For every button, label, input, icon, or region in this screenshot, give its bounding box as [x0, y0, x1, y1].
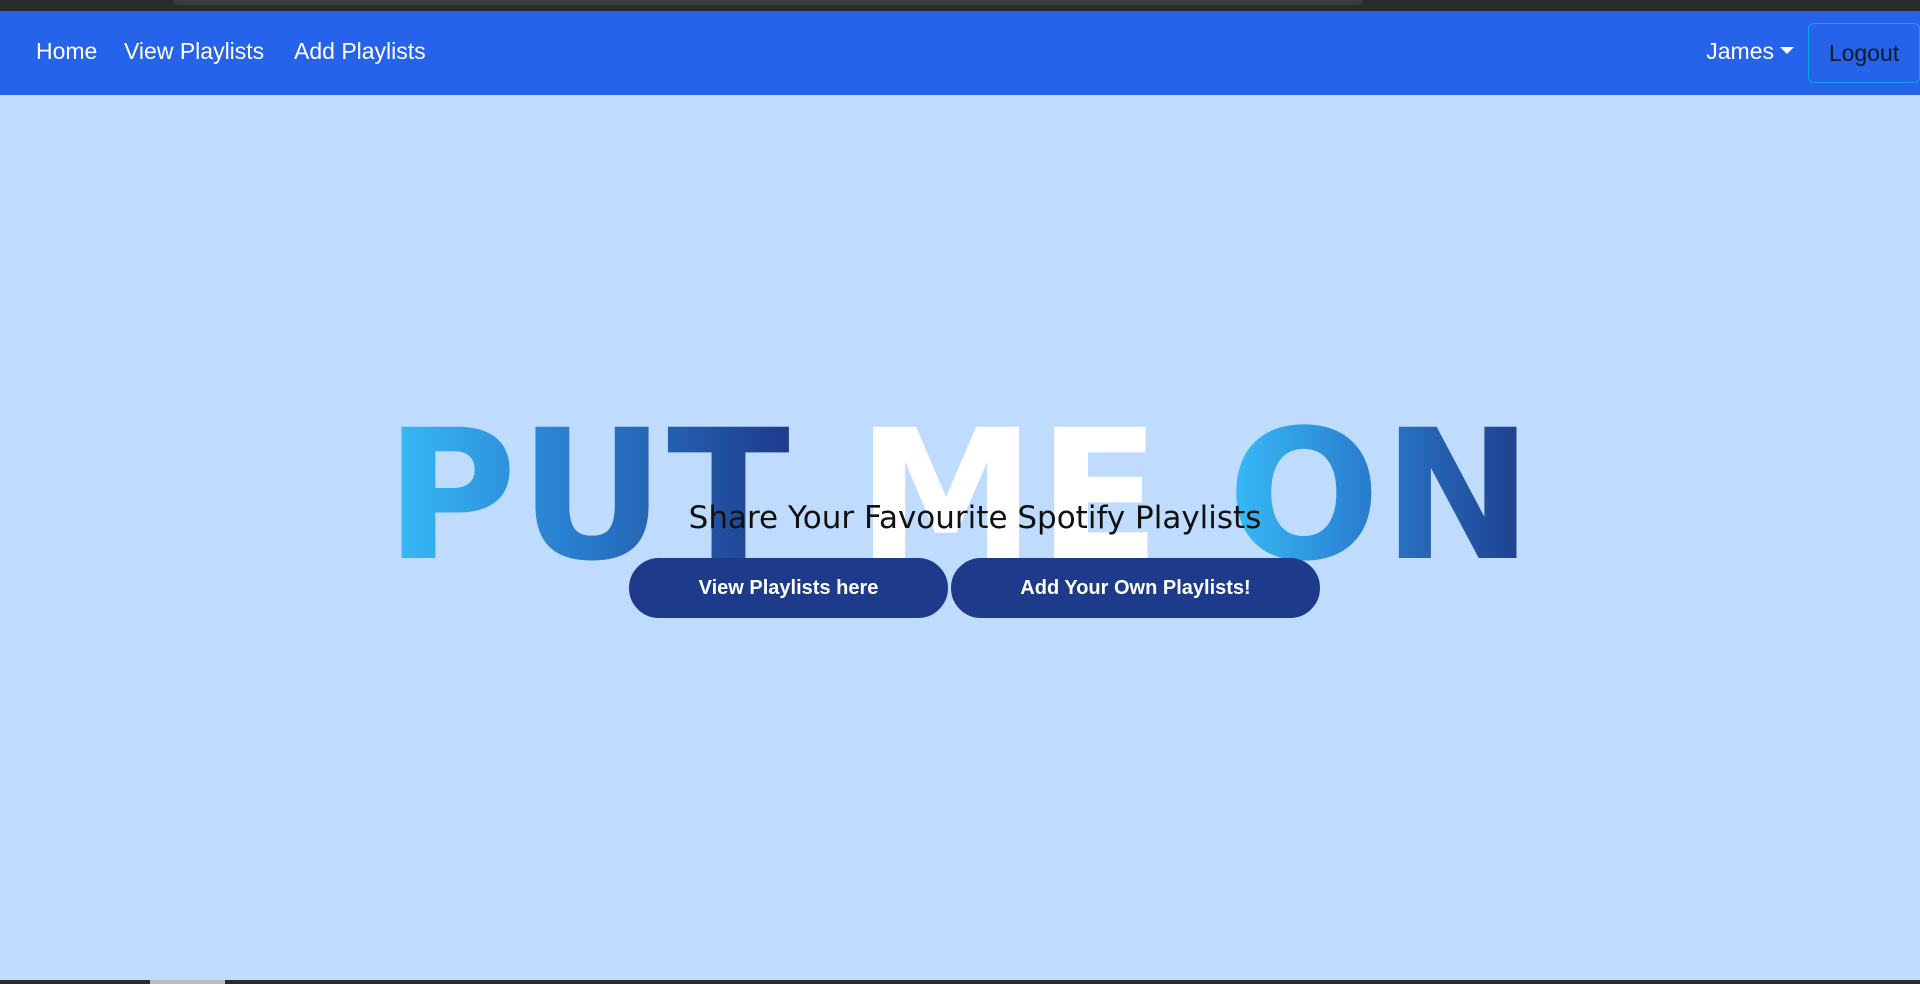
browser-tab-edge — [173, 0, 1363, 5]
logout-button[interactable]: Logout — [1808, 23, 1920, 83]
browser-top-strip — [0, 0, 1920, 11]
nav-add-playlists-link[interactable]: Add Playlists — [294, 40, 426, 63]
nav-home-link[interactable]: Home — [36, 40, 97, 63]
scrollbar-thumb[interactable] — [150, 980, 225, 984]
horizontal-scrollbar[interactable] — [0, 980, 1920, 984]
hero-tagline: Share Your Favourite Spotify Playlists — [688, 500, 1262, 536]
user-dropdown[interactable]: James — [1706, 40, 1794, 63]
navbar: Home View Playlists Add Playlists James … — [0, 11, 1920, 95]
add-playlists-button[interactable]: Add Your Own Playlists! — [951, 558, 1320, 618]
caret-down-icon — [1780, 47, 1794, 54]
nav-view-playlists-link[interactable]: View Playlists — [124, 40, 264, 63]
view-playlists-button[interactable]: View Playlists here — [629, 558, 948, 618]
user-name: James — [1706, 38, 1774, 64]
hero-title: PUT ME ON — [0, 406, 1920, 587]
